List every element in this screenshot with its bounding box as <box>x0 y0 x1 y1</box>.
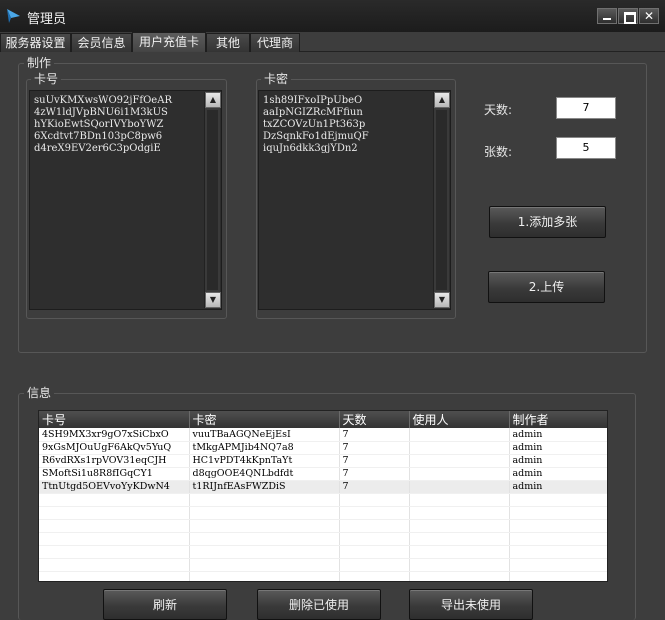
scroll-up-icon[interactable]: ▲ <box>434 92 450 108</box>
tab-agents[interactable]: 代理商 <box>250 33 300 52</box>
scroll-down-icon[interactable]: ▼ <box>434 292 450 308</box>
card-password-lines: 1sh89IFxoIPpUbeO aaIpNGIZRcMFfiun txZCOV… <box>263 95 369 155</box>
maximize-icon[interactable] <box>618 8 638 24</box>
cell-days: 7 <box>339 467 410 481</box>
card-password-label: 卡密 <box>261 72 292 86</box>
tab-server-settings[interactable]: 服务器设置 <box>0 33 71 52</box>
upload-button[interactable]: 2.上传 <box>488 271 605 303</box>
cell-card-password: HC1vPDT4kKpnTaYt <box>189 454 340 468</box>
scroll-up-icon[interactable]: ▲ <box>205 92 221 108</box>
card-password-line: iquJn6dkk3gjYDn2 <box>263 143 358 154</box>
card-number-line: 4zW1ldJVpBNU6i1M3kUS <box>34 107 168 118</box>
empty-row <box>39 493 607 507</box>
title-bar: 管理员 ✕ <box>0 0 665 32</box>
table-row[interactable]: SMoftSi1u8R8fIGqCY1 d8qgOOE4QNLbdfdt 7 a… <box>39 467 607 481</box>
make-group-label: 制作 <box>24 56 55 70</box>
card-password-line: aaIpNGIZRcMFfiun <box>263 107 363 118</box>
column-days[interactable]: 天数 <box>339 411 410 428</box>
cell-creator: admin <box>509 441 607 455</box>
cell-days: 7 <box>339 428 410 442</box>
tab-recharge-cards[interactable]: 用户充值卡 <box>132 32 206 52</box>
table-row[interactable]: 9xGsMJOuUgF6AkQv5YuQ tMkgAPMJib4NQ7a8 7 … <box>39 441 607 455</box>
table-header-row: 卡号 卡密 天数 使用人 制作者 <box>39 411 607 428</box>
card-number-lines: suUvKMXwsWO92jFfOeAR 4zW1ldJVpBNU6i1M3kU… <box>34 95 172 155</box>
cell-creator: admin <box>509 480 607 494</box>
cell-card-password: vuuTBaAGQNeEjEsI <box>189 428 340 442</box>
cell-user <box>409 467 510 481</box>
tab-other[interactable]: 其他 <box>206 33 250 52</box>
cell-days: 7 <box>339 480 410 494</box>
cell-card-password: t1RIJnfEAsFWZDiS <box>189 480 340 494</box>
close-icon[interactable]: ✕ <box>639 8 659 24</box>
card-password-scrollbar[interactable]: ▲ ▼ <box>433 92 450 308</box>
add-multiple-button[interactable]: 1.添加多张 <box>489 206 606 238</box>
card-number-label: 卡号 <box>31 72 62 86</box>
column-card-password[interactable]: 卡密 <box>189 411 340 428</box>
days-label: 天数: <box>484 103 513 117</box>
empty-row <box>39 545 607 559</box>
table-row[interactable]: R6vdRXs1rpVOV31eqCJH HC1vPDT4kKpnTaYt 7 … <box>39 454 607 468</box>
cell-user <box>409 441 510 455</box>
days-input[interactable]: 7 <box>556 97 616 119</box>
table-row[interactable]: 4SH9MX3xr9gO7xSiCbxO vuuTBaAGQNeEjEsI 7 … <box>39 428 607 442</box>
cell-card-number: SMoftSi1u8R8fIGqCY1 <box>39 467 190 481</box>
empty-row <box>39 506 607 520</box>
cell-card-number: R6vdRXs1rpVOV31eqCJH <box>39 454 190 468</box>
count-label: 张数: <box>484 145 513 159</box>
app-logo-icon <box>7 9 20 23</box>
cell-user <box>409 480 510 494</box>
column-creator[interactable]: 制作者 <box>509 411 607 428</box>
column-card-number[interactable]: 卡号 <box>39 411 190 428</box>
window-controls: ✕ <box>596 8 659 24</box>
scroll-track[interactable] <box>207 110 218 290</box>
cell-creator: admin <box>509 428 607 442</box>
cell-user <box>409 454 510 468</box>
table-row[interactable]: TtnUtgd5OEVvoYyKDwN4 t1RIJnfEAsFWZDiS 7 … <box>39 480 607 494</box>
scroll-down-icon[interactable]: ▼ <box>205 292 221 308</box>
card-number-textarea[interactable]: suUvKMXwsWO92jFfOeAR 4zW1ldJVpBNU6i1M3kU… <box>29 90 222 310</box>
refresh-button[interactable]: 刷新 <box>103 589 227 620</box>
cell-card-number: 9xGsMJOuUgF6AkQv5YuQ <box>39 441 190 455</box>
cell-creator: admin <box>509 467 607 481</box>
cell-card-password: d8qgOOE4QNLbdfdt <box>189 467 340 481</box>
info-group-label: 信息 <box>24 386 55 400</box>
cell-days: 7 <box>339 441 410 455</box>
card-password-textarea[interactable]: 1sh89IFxoIPpUbeO aaIpNGIZRcMFfiun txZCOV… <box>258 90 451 310</box>
cell-user <box>409 428 510 442</box>
cell-days: 7 <box>339 454 410 468</box>
delete-used-button[interactable]: 删除已使用 <box>257 589 381 620</box>
window-title: 管理员 <box>27 12 67 27</box>
count-input[interactable]: 5 <box>556 137 616 159</box>
empty-row <box>39 558 607 572</box>
cards-table: 卡号 卡密 天数 使用人 制作者 4SH9MX3xr9gO7xSiCbxO vu… <box>38 410 608 582</box>
empty-row <box>39 571 607 581</box>
card-number-line: 6Xcdtvt7BDn103pC8pw6 <box>34 131 163 142</box>
empty-row <box>39 519 607 533</box>
card-password-line: 1sh89IFxoIPpUbeO <box>263 95 363 106</box>
card-number-line: suUvKMXwsWO92jFfOeAR <box>34 95 172 106</box>
card-password-line: txZCOVzUn1Pt363p <box>263 119 366 130</box>
cell-card-password: tMkgAPMJib4NQ7a8 <box>189 441 340 455</box>
empty-row <box>39 532 607 546</box>
export-unused-button[interactable]: 导出未使用 <box>409 589 533 620</box>
card-password-line: DzSqnkFo1dEjmuQF <box>263 131 369 142</box>
card-number-scrollbar[interactable]: ▲ ▼ <box>204 92 221 308</box>
tab-bar: 服务器设置 会员信息 用户充值卡 其他 代理商 <box>0 32 665 52</box>
cell-creator: admin <box>509 454 607 468</box>
card-number-line: d4reX9EV2er6C3pOdgiE <box>34 143 161 154</box>
card-number-line: hYKioEwtSQorIVYboYWZ <box>34 119 164 130</box>
scroll-track[interactable] <box>436 110 447 290</box>
minimize-icon[interactable] <box>597 8 617 24</box>
cell-card-number: TtnUtgd5OEVvoYyKDwN4 <box>39 480 190 494</box>
tab-member-info[interactable]: 会员信息 <box>71 33 132 52</box>
cell-card-number: 4SH9MX3xr9gO7xSiCbxO <box>39 428 190 442</box>
column-user[interactable]: 使用人 <box>409 411 510 428</box>
